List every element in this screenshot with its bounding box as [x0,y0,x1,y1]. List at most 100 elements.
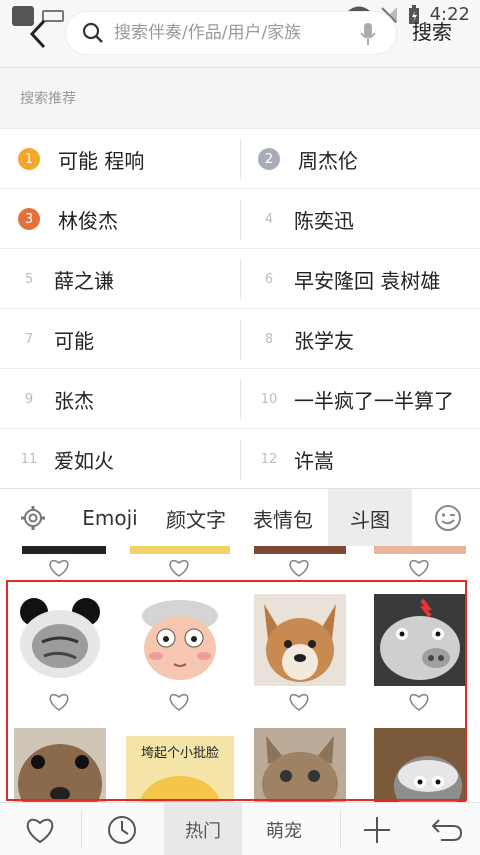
sticker-thumbnail[interactable] [374,546,466,554]
sticker-caption: 垮起个小批脸 [140,746,219,761]
recommend-row: 3 林俊杰 4 陈奕迅 [0,189,480,249]
back-button[interactable] [22,14,54,54]
chevron-left-icon [29,19,46,49]
recommend-item[interactable]: 12 许嵩 [258,429,478,489]
recommend-item[interactable]: 2 周杰伦 [258,129,478,189]
rank-number: 9 [24,391,34,407]
search-input[interactable] [114,23,344,43]
recommend-text: 张杰 [54,388,94,413]
favorite-heart-icon[interactable] [408,692,430,712]
sticker-thumbnail[interactable] [130,546,230,554]
rank-number: 4 [264,211,274,227]
favorite-heart-icon[interactable] [48,558,70,578]
divider [240,199,241,239]
sticker-panda-meme[interactable] [14,594,106,686]
recommend-text: 一半疯了一半算了 [294,388,454,413]
tab-sticker-pack[interactable]: 表情包 [244,489,322,547]
sticker-bottom-bar: 热门 萌宠 [0,802,480,855]
recommend-row: 1 可能 程响 2 周杰伦 [0,129,480,189]
divider [240,319,241,359]
sticker-wolf[interactable] [374,728,466,802]
favorite-heart-icon[interactable] [288,692,310,712]
sticker-grid: 垮起个小批脸 [0,546,480,802]
search-button[interactable]: 搜索 [412,16,452,45]
cartoon-sheep-image [134,594,226,686]
tab-hot[interactable]: 热门 [164,803,242,855]
sticker-pig[interactable] [374,594,466,686]
recommend-text: 薛之谦 [54,268,114,293]
recommend-item[interactable]: 10 一半疯了一半算了 [258,369,478,429]
rank-number: 11 [20,451,38,467]
sticker-thumbnail[interactable] [254,546,346,554]
wolf-image [374,728,466,802]
recommend-item[interactable]: 5 薛之谦 [18,249,238,309]
favorite-heart-icon[interactable] [168,558,190,578]
tab-emoji[interactable]: Emoji [72,489,148,547]
keyboard-tabs: Emoji 颜文字 表情包 斗图 [0,488,480,547]
tab-doutu[interactable]: 斗图 [328,489,412,547]
recommend-text: 张学友 [294,328,354,353]
rank-number: 10 [260,391,278,407]
search-box[interactable] [66,12,396,54]
favorite-heart-icon[interactable] [168,692,190,712]
tab-pets[interactable]: 萌宠 [242,803,326,855]
rank-badge: 3 [18,208,40,230]
recommend-row: 11 爱如火 12 许嵩 [0,429,480,489]
recommend-item[interactable]: 6 早安隆回 袁树雄 [258,249,478,309]
divider [340,811,341,849]
clock-icon [108,815,136,844]
rank-number: 12 [260,451,278,467]
pig-image [374,594,466,686]
sticker-caption-face[interactable]: 垮起个小批脸 [126,736,234,802]
divider [240,259,241,299]
recommend-item[interactable]: 11 爱如火 [18,429,238,489]
recommend-text: 可能 程响 [58,148,145,173]
recommend-text: 林俊杰 [58,208,118,233]
recommend-text: 爱如火 [54,448,114,473]
add-button[interactable] [344,803,410,855]
sticker-cartoon-sheep[interactable] [134,594,226,686]
divider [240,439,241,479]
rank-badge: 1 [18,148,40,170]
recommend-item[interactable]: 4 陈奕迅 [258,189,478,249]
recommend-text: 许嵩 [294,448,334,473]
rank-number: 7 [24,331,34,347]
rank-number: 6 [264,271,274,287]
recommend-row: 5 薛之谦 6 早安隆回 袁树雄 [0,249,480,309]
search-header: 4:22 搜索 [0,0,480,68]
recommend-row: 9 张杰 10 一半疯了一半算了 [0,369,480,429]
sticker-corgi[interactable] [254,594,346,686]
recommend-text: 陈奕迅 [294,208,354,233]
favorite-heart-icon[interactable] [288,558,310,578]
recommend-item[interactable]: 7 可能 [18,309,238,369]
microphone-icon[interactable] [360,22,376,46]
heart-icon [26,818,54,843]
favorite-heart-icon[interactable] [408,558,430,578]
sticker-cat[interactable] [254,728,346,802]
tab-kaomoji[interactable]: 颜文字 [156,489,236,547]
panda-meme-image [14,594,106,686]
recommend-item[interactable]: 1 可能 程响 [18,129,238,189]
rank-number: 8 [264,331,274,347]
sticker-thumbnail[interactable] [22,546,106,554]
recommend-text: 可能 [54,328,94,353]
favorite-heart-icon[interactable] [48,692,70,712]
recommend-item[interactable]: 9 张杰 [18,369,238,429]
recommend-list: 1 可能 程响 2 周杰伦 3 林俊杰 4 陈奕迅 5 薛之谦 6 早安隆回 袁… [0,128,480,488]
recommend-row: 7 可能 8 张学友 [0,309,480,369]
cat-image [254,728,346,802]
recommend-item[interactable]: 3 林俊杰 [18,189,238,249]
return-button[interactable] [414,803,480,855]
divider [240,139,241,179]
return-arrow-icon [431,818,463,841]
favorites-button[interactable] [0,803,80,855]
recent-button[interactable] [82,803,162,855]
recommend-item[interactable]: 8 张学友 [258,309,478,369]
recommend-title: 搜索推荐 [20,91,76,107]
gear-icon[interactable] [20,505,46,531]
plus-icon [364,816,390,843]
search-icon [82,22,103,43]
wink-face-icon[interactable] [434,504,462,532]
sticker-dog[interactable] [14,728,106,802]
divider [240,379,241,419]
